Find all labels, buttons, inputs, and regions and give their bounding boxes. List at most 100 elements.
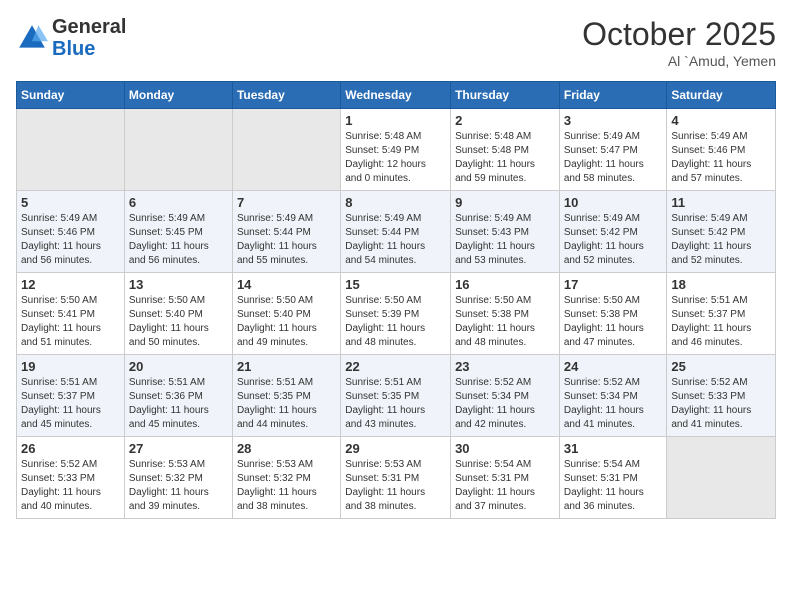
calendar-cell: 30 Sunrise: 5:54 AM Sunset: 5:31 PM Dayli… — [451, 437, 560, 519]
day-number: 20 — [129, 359, 228, 374]
day-number: 4 — [671, 113, 771, 128]
day-number: 15 — [345, 277, 446, 292]
calendar-cell: 6 Sunrise: 5:49 AM Sunset: 5:45 PM Daylig… — [124, 191, 232, 273]
day-number: 19 — [21, 359, 120, 374]
day-number: 10 — [564, 195, 663, 210]
day-info: Sunrise: 5:53 AM Sunset: 5:31 PM Dayligh… — [345, 458, 446, 514]
calendar-cell: 8 Sunrise: 5:49 AM Sunset: 5:44 PM Daylig… — [341, 191, 451, 273]
location: Al `Amud, Yemen — [582, 53, 776, 69]
calendar-cell — [17, 109, 125, 191]
calendar-cell: 17Sunrise: 5:50 AM Sunset: 5:38 PM Dayli… — [559, 273, 667, 355]
day-number: 26 — [21, 441, 120, 456]
day-number: 23 — [455, 359, 555, 374]
day-info: Sunrise: 5:50 AM Sunset: 5:38 PM Dayligh… — [455, 294, 555, 350]
header-day-wednesday: Wednesday — [341, 82, 451, 109]
calendar-cell: 7 Sunrise: 5:49 AM Sunset: 5:44 PM Daylig… — [232, 191, 340, 273]
day-info: Sunrise: 5:51 AM Sunset: 5:37 PM Dayligh… — [21, 376, 120, 432]
day-info: Sunrise: 5:52 AM Sunset: 5:33 PM Dayligh… — [21, 458, 120, 514]
calendar-cell: 24 Sunrise: 5:52 AM Sunset: 5:34 PM Dayli… — [559, 355, 667, 437]
day-info: Sunrise: 5:52 AM Sunset: 5:34 PM Dayligh… — [564, 376, 663, 432]
header-day-sunday: Sunday — [17, 82, 125, 109]
day-info: Sunrise: 5:49 AM Sunset: 5:42 PM Dayligh… — [564, 212, 663, 268]
day-info: Sunrise: 5:51 AM Sunset: 5:35 PM Dayligh… — [237, 376, 336, 432]
calendar-cell — [232, 109, 340, 191]
calendar-cell: 16 Sunrise: 5:50 AM Sunset: 5:38 PM Dayli… — [451, 273, 560, 355]
header-day-thursday: Thursday — [451, 82, 560, 109]
week-row-5: 26 Sunrise: 5:52 AM Sunset: 5:33 PM Dayli… — [17, 437, 776, 519]
title-area: October 2025 Al `Amud, Yemen — [582, 16, 776, 69]
logo-general-text: General — [52, 16, 126, 38]
header-day-saturday: Saturday — [667, 82, 776, 109]
calendar-cell: 26 Sunrise: 5:52 AM Sunset: 5:33 PM Dayli… — [17, 437, 125, 519]
day-number: 18 — [671, 277, 771, 292]
header-row: SundayMondayTuesdayWednesdayThursdayFrid… — [17, 82, 776, 109]
day-info: Sunrise: 5:53 AM Sunset: 5:32 PM Dayligh… — [129, 458, 228, 514]
day-info: Sunrise: 5:54 AM Sunset: 5:31 PM Dayligh… — [564, 458, 663, 514]
day-number: 25 — [671, 359, 771, 374]
day-info: Sunrise: 5:50 AM Sunset: 5:38 PM Dayligh… — [564, 294, 663, 350]
day-number: 11 — [671, 195, 771, 210]
day-number: 29 — [345, 441, 446, 456]
day-info: Sunrise: 5:48 AM Sunset: 5:48 PM Dayligh… — [455, 130, 555, 186]
logo-icon — [16, 22, 48, 54]
calendar-cell: 14 Sunrise: 5:50 AM Sunset: 5:40 PM Dayli… — [232, 273, 340, 355]
day-number: 7 — [237, 195, 336, 210]
calendar-cell: 11Sunrise: 5:49 AM Sunset: 5:42 PM Dayli… — [667, 191, 776, 273]
calendar-cell: 21 Sunrise: 5:51 AM Sunset: 5:35 PM Dayli… — [232, 355, 340, 437]
day-info: Sunrise: 5:49 AM Sunset: 5:46 PM Dayligh… — [21, 212, 120, 268]
day-info: Sunrise: 5:54 AM Sunset: 5:31 PM Dayligh… — [455, 458, 555, 514]
day-number: 21 — [237, 359, 336, 374]
day-number: 1 — [345, 113, 446, 128]
day-number: 3 — [564, 113, 663, 128]
header-day-monday: Monday — [124, 82, 232, 109]
day-number: 2 — [455, 113, 555, 128]
day-number: 5 — [21, 195, 120, 210]
calendar-cell: 27 Sunrise: 5:53 AM Sunset: 5:32 PM Dayli… — [124, 437, 232, 519]
week-row-3: 12Sunrise: 5:50 AM Sunset: 5:41 PM Dayli… — [17, 273, 776, 355]
day-info: Sunrise: 5:49 AM Sunset: 5:43 PM Dayligh… — [455, 212, 555, 268]
calendar-cell: 2 Sunrise: 5:48 AM Sunset: 5:48 PM Daylig… — [451, 109, 560, 191]
calendar-body: 1Sunrise: 5:48 AM Sunset: 5:49 PM Daylig… — [17, 109, 776, 519]
logo-text: General Blue — [52, 16, 126, 60]
day-info: Sunrise: 5:50 AM Sunset: 5:41 PM Dayligh… — [21, 294, 120, 350]
day-number: 6 — [129, 195, 228, 210]
day-info: Sunrise: 5:50 AM Sunset: 5:40 PM Dayligh… — [237, 294, 336, 350]
day-number: 8 — [345, 195, 446, 210]
day-info: Sunrise: 5:49 AM Sunset: 5:44 PM Dayligh… — [345, 212, 446, 268]
calendar-cell: 3Sunrise: 5:49 AM Sunset: 5:47 PM Daylig… — [559, 109, 667, 191]
calendar-cell: 18Sunrise: 5:51 AM Sunset: 5:37 PM Dayli… — [667, 273, 776, 355]
day-info: Sunrise: 5:49 AM Sunset: 5:45 PM Dayligh… — [129, 212, 228, 268]
calendar-cell: 28Sunrise: 5:53 AM Sunset: 5:32 PM Dayli… — [232, 437, 340, 519]
calendar-cell: 1Sunrise: 5:48 AM Sunset: 5:49 PM Daylig… — [341, 109, 451, 191]
logo-blue-text: Blue — [52, 38, 95, 60]
day-number: 16 — [455, 277, 555, 292]
calendar-cell — [124, 109, 232, 191]
calendar-cell: 31 Sunrise: 5:54 AM Sunset: 5:31 PM Dayli… — [559, 437, 667, 519]
day-number: 27 — [129, 441, 228, 456]
calendar-cell: 15 Sunrise: 5:50 AM Sunset: 5:39 PM Dayli… — [341, 273, 451, 355]
calendar-cell: 13Sunrise: 5:50 AM Sunset: 5:40 PM Dayli… — [124, 273, 232, 355]
logo: General Blue — [16, 16, 126, 60]
day-number: 24 — [564, 359, 663, 374]
calendar-cell: 19 Sunrise: 5:51 AM Sunset: 5:37 PM Dayli… — [17, 355, 125, 437]
week-row-4: 19 Sunrise: 5:51 AM Sunset: 5:37 PM Dayli… — [17, 355, 776, 437]
day-info: Sunrise: 5:49 AM Sunset: 5:46 PM Dayligh… — [671, 130, 771, 186]
header-day-tuesday: Tuesday — [232, 82, 340, 109]
calendar-cell — [667, 437, 776, 519]
day-number: 9 — [455, 195, 555, 210]
week-row-2: 5 Sunrise: 5:49 AM Sunset: 5:46 PM Daylig… — [17, 191, 776, 273]
day-number: 30 — [455, 441, 555, 456]
calendar-cell: 23Sunrise: 5:52 AM Sunset: 5:34 PM Dayli… — [451, 355, 560, 437]
calendar-cell: 20 Sunrise: 5:51 AM Sunset: 5:36 PM Dayli… — [124, 355, 232, 437]
day-info: Sunrise: 5:52 AM Sunset: 5:33 PM Dayligh… — [671, 376, 771, 432]
calendar-table: SundayMondayTuesdayWednesdayThursdayFrid… — [16, 81, 776, 519]
day-info: Sunrise: 5:49 AM Sunset: 5:44 PM Dayligh… — [237, 212, 336, 268]
day-info: Sunrise: 5:51 AM Sunset: 5:36 PM Dayligh… — [129, 376, 228, 432]
day-info: Sunrise: 5:50 AM Sunset: 5:39 PM Dayligh… — [345, 294, 446, 350]
day-info: Sunrise: 5:51 AM Sunset: 5:35 PM Dayligh… — [345, 376, 446, 432]
day-number: 31 — [564, 441, 663, 456]
calendar-cell: 22Sunrise: 5:51 AM Sunset: 5:35 PM Dayli… — [341, 355, 451, 437]
day-number: 14 — [237, 277, 336, 292]
month-title: October 2025 — [582, 16, 776, 53]
week-row-1: 1Sunrise: 5:48 AM Sunset: 5:49 PM Daylig… — [17, 109, 776, 191]
